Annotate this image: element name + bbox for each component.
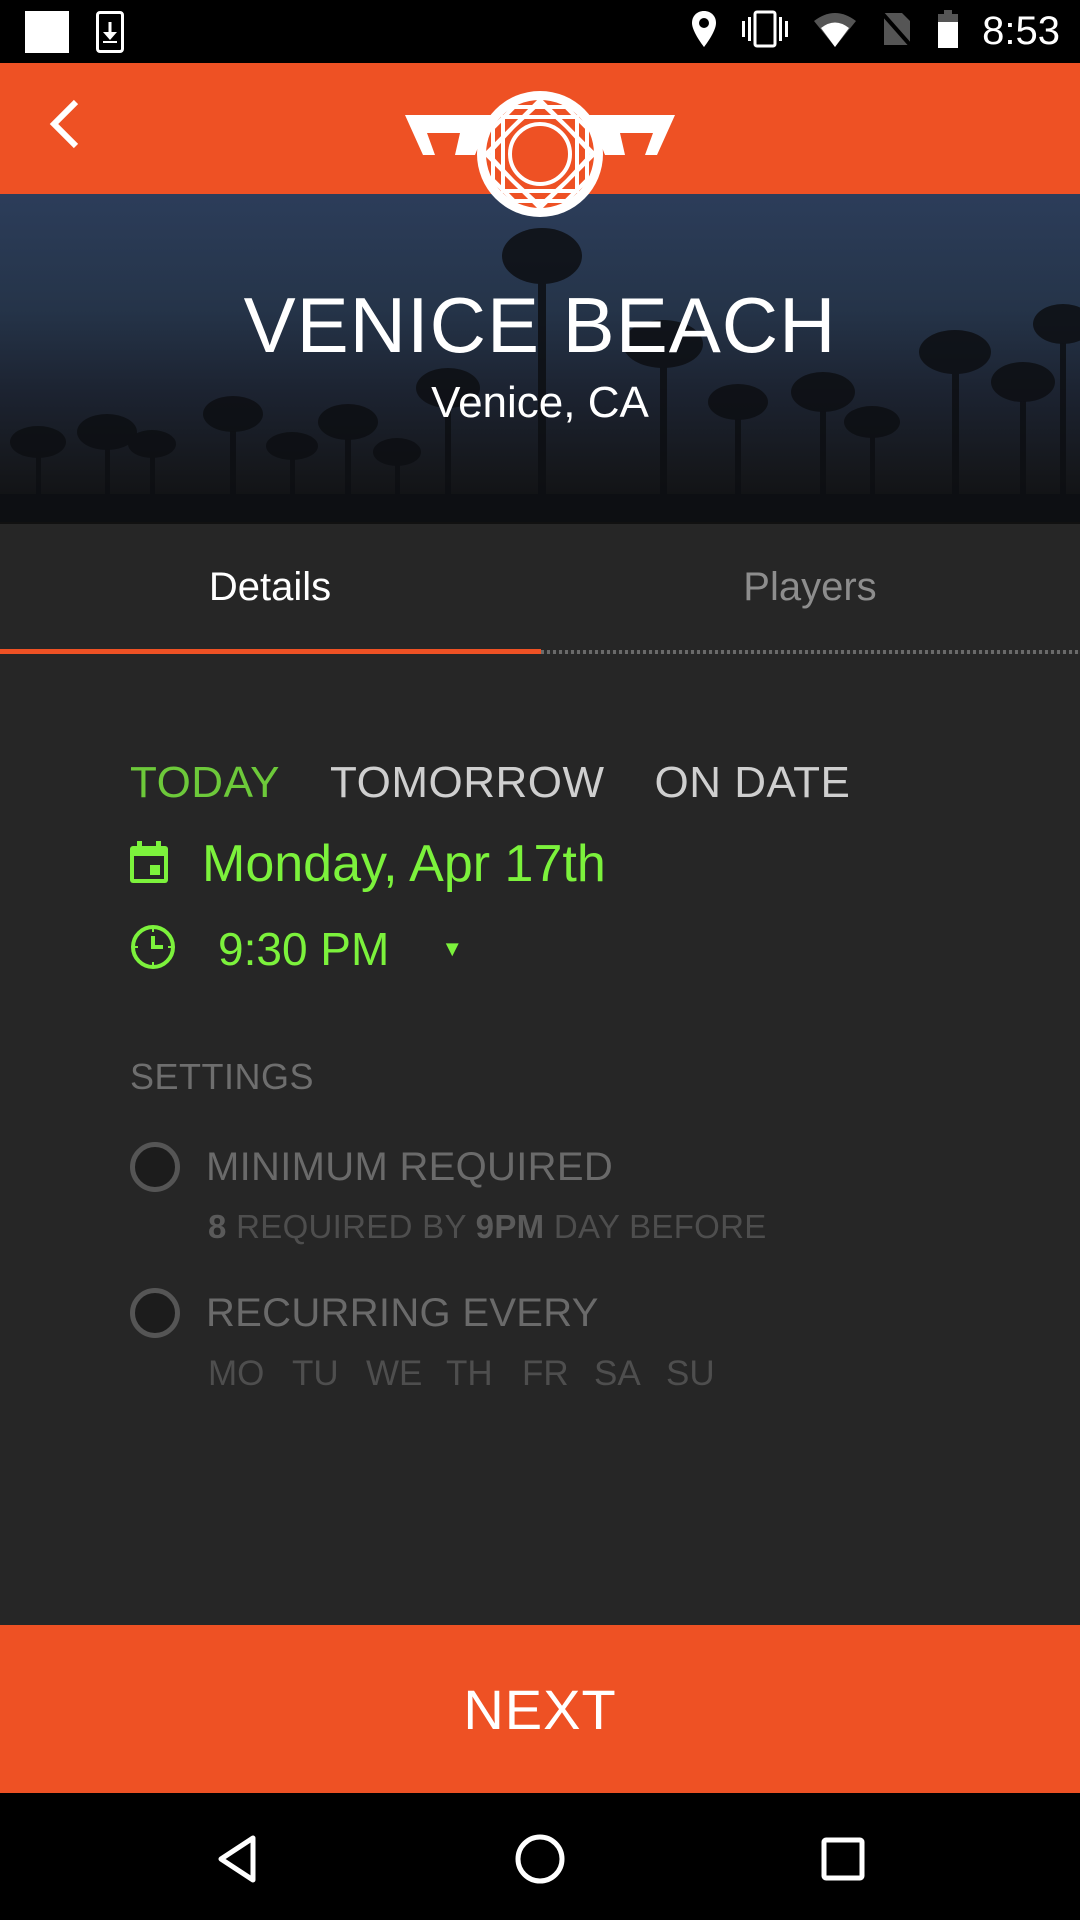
download-icon: [96, 11, 124, 53]
court-location: Venice, CA: [431, 378, 649, 427]
home-circle-icon: [514, 1833, 566, 1890]
required-text-end: DAY BEFORE: [544, 1208, 767, 1245]
hero-banner: VENICE BEACH Venice, CA: [0, 194, 1080, 522]
recurring-days: MO TU WE TH FR SA SU: [208, 1354, 726, 1394]
nav-home-button[interactable]: [500, 1821, 580, 1901]
notification-square-icon: [25, 11, 69, 53]
back-button[interactable]: [40, 96, 90, 156]
day-su[interactable]: SU: [666, 1354, 726, 1394]
details-panel: TODAY TOMORROW ON DATE Monday, Apr 17th …: [0, 654, 1080, 1625]
recurring-label: RECURRING EVERY: [206, 1290, 599, 1335]
tab-bar: Details Players: [0, 522, 1080, 655]
day-mo[interactable]: MO: [208, 1354, 292, 1394]
nav-back-button[interactable]: [197, 1821, 277, 1901]
day-th[interactable]: TH: [446, 1354, 522, 1394]
system-nav-bar: [0, 1793, 1080, 1920]
minimum-required-label: MINIMUM REQUIRED: [206, 1144, 614, 1189]
next-button[interactable]: NEXT: [0, 1625, 1080, 1793]
vibrate-icon: [740, 9, 790, 54]
tab-details[interactable]: Details: [0, 524, 540, 650]
dropdown-caret-icon[interactable]: ▼: [441, 936, 463, 962]
court-name: VENICE BEACH: [243, 281, 837, 369]
next-button-label: NEXT: [463, 1677, 617, 1741]
minimum-required-radio[interactable]: [130, 1142, 180, 1192]
no-sim-icon: [880, 9, 914, 54]
day-selector: TODAY TOMORROW ON DATE: [130, 758, 850, 808]
calendar-icon: [130, 840, 168, 888]
tab-players[interactable]: Players: [540, 524, 1080, 650]
required-text: REQUIRED BY: [226, 1208, 476, 1245]
tab-details-label: Details: [208, 564, 332, 609]
wifi-icon: [812, 9, 858, 54]
back-triangle-icon: [215, 1834, 259, 1889]
chevron-left-icon: [48, 98, 82, 155]
selected-date[interactable]: Monday, Apr 17th: [202, 834, 606, 894]
location-icon: [690, 9, 718, 54]
day-option-today[interactable]: TODAY: [130, 758, 280, 808]
nav-recents-button[interactable]: [803, 1821, 883, 1901]
minimum-required-detail: 8 REQUIRED BY 9PM DAY BEFORE: [208, 1208, 767, 1246]
minimum-required-option[interactable]: MINIMUM REQUIRED: [130, 1142, 613, 1192]
basketball-hoop-logo: [405, 87, 675, 221]
day-tu[interactable]: TU: [292, 1354, 366, 1394]
clock-icon: [130, 924, 176, 975]
recents-square-icon: [820, 1836, 866, 1887]
day-option-on-date[interactable]: ON DATE: [655, 758, 851, 808]
tab-players-label: Players: [743, 564, 877, 609]
day-we[interactable]: WE: [366, 1354, 446, 1394]
day-fr[interactable]: FR: [522, 1354, 594, 1394]
clock-time: 8:53: [982, 9, 1060, 53]
recurring-radio[interactable]: [130, 1288, 180, 1338]
battery-icon: [936, 8, 960, 55]
day-sa[interactable]: SA: [594, 1354, 666, 1394]
date-picker[interactable]: Monday, Apr 17th: [130, 834, 606, 894]
required-deadline: 9PM: [475, 1208, 545, 1245]
day-option-tomorrow[interactable]: TOMORROW: [330, 758, 605, 808]
selected-time[interactable]: 9:30 PM: [218, 922, 389, 976]
recurring-option[interactable]: RECURRING EVERY: [130, 1288, 599, 1338]
required-count: 8: [208, 1208, 227, 1245]
status-bar: 8:53: [0, 0, 1080, 63]
time-picker[interactable]: 9:30 PM ▼: [130, 922, 463, 976]
settings-heading: SETTINGS: [130, 1056, 315, 1097]
